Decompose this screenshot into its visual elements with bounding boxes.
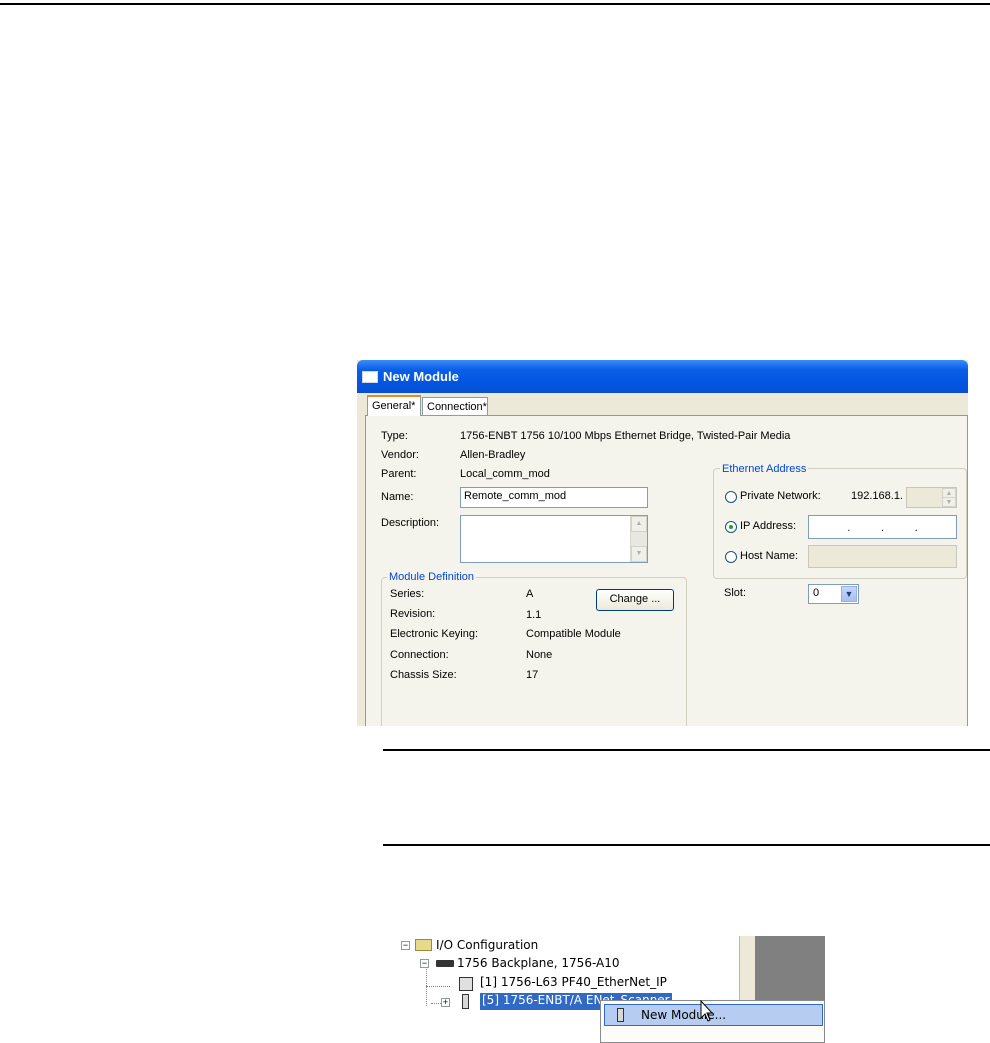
description-textarea[interactable]: ▲ ▼ (460, 515, 648, 563)
gray-pane (755, 936, 825, 1000)
slot-label: Slot: (724, 587, 747, 599)
folder-icon (415, 939, 432, 951)
description-scrollbar[interactable]: ▲ ▼ (630, 516, 647, 562)
change-button[interactable]: Change ... (596, 589, 674, 611)
connection-label: Connection: (390, 649, 449, 661)
note-bottom-rule (383, 844, 990, 846)
ip-address-radio[interactable] (725, 521, 737, 533)
ip-address-input[interactable]: . . . (808, 515, 957, 539)
dialog-titlebar[interactable]: New Module (357, 360, 968, 393)
revision-label: Revision: (390, 608, 436, 620)
ethernet-address-legend: Ethernet Address (720, 463, 809, 475)
tree-connector (426, 986, 450, 987)
dialog-title: New Module (383, 369, 459, 384)
tree-item-io-configuration[interactable]: I/O Configuration (436, 938, 538, 952)
collapse-icon[interactable]: − (420, 959, 429, 968)
private-network-octet-spinner[interactable]: ▲ ▼ (906, 487, 957, 508)
private-network-radio[interactable] (725, 491, 737, 503)
module-definition-legend: Module Definition (387, 571, 476, 583)
collapse-icon[interactable]: − (401, 941, 410, 950)
name-label: Name: (381, 491, 414, 503)
slot-value: 0 (813, 587, 820, 599)
name-input[interactable]: Remote_comm_mod (460, 487, 648, 508)
parent-label: Parent: (381, 468, 417, 480)
vendor-label: Vendor: (381, 449, 419, 461)
backplane-icon (436, 960, 454, 967)
page-top-rule (0, 3, 990, 5)
series-label: Series: (390, 588, 425, 600)
mouse-pointer-icon (700, 1000, 714, 1022)
expand-icon[interactable]: + (441, 998, 450, 1007)
host-name-label: Host Name: (740, 550, 799, 562)
type-value: 1756-ENBT 1756 10/100 Mbps Ethernet Brid… (460, 430, 791, 442)
type-label: Type: (381, 430, 408, 442)
chevron-down-icon[interactable]: ▼ (841, 586, 857, 602)
spin-down-icon[interactable]: ▼ (942, 497, 956, 507)
chassis-size-label: Chassis Size: (390, 669, 457, 681)
host-name-radio[interactable] (725, 551, 737, 563)
tree-item-backplane[interactable]: 1756 Backplane, 1756-A10 (457, 956, 620, 970)
tree-item-controller[interactable]: [1] 1756-L63 PF40_EtherNet_IP (480, 975, 667, 989)
electronic-keying-label: Electronic Keying: (390, 628, 479, 640)
controller-icon (459, 977, 473, 991)
module-icon (462, 994, 469, 1009)
revision-value: 1.1 (526, 609, 542, 621)
connection-value: None (526, 649, 553, 661)
vendor-value: Allen-Bradley (460, 449, 526, 461)
private-network-prefix: 192.168.1. (851, 490, 903, 502)
description-label: Description: (381, 517, 440, 529)
module-icon (617, 1008, 624, 1022)
tab-general[interactable]: General* (367, 395, 421, 416)
tab-connection[interactable]: Connection* (422, 397, 488, 415)
window-icon (362, 371, 378, 383)
scroll-up-icon[interactable]: ▲ (631, 516, 647, 532)
new-module-dialog: New Module General* Connection* Type: 17… (357, 360, 968, 726)
scroll-down-icon[interactable]: ▼ (631, 546, 647, 562)
ip-address-label: IP Address: (740, 520, 797, 532)
private-network-label: Private Network: (740, 490, 821, 502)
chassis-size-value: 17 (526, 669, 539, 681)
host-name-input[interactable] (808, 545, 957, 568)
slot-select[interactable]: 0 ▼ (808, 584, 859, 604)
note-top-rule (383, 749, 990, 751)
series-value: A (526, 588, 534, 600)
io-configuration-tree: − I/O Configuration − 1756 Backplane, 17… (396, 936, 825, 1043)
parent-value: Local_comm_mod (460, 468, 550, 480)
electronic-keying-value: Compatible Module (526, 628, 621, 640)
tree-splitter[interactable] (739, 936, 756, 1000)
